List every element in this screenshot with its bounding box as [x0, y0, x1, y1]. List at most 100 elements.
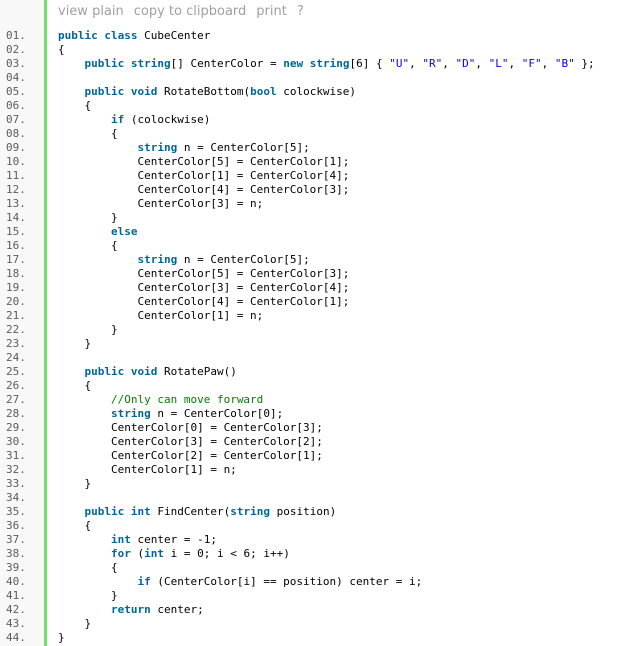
- code-token: center = -1;: [130, 533, 217, 546]
- line-number: 12.: [6, 183, 26, 196]
- code-token: CubeCenter: [137, 29, 211, 42]
- code-line: 25. public void RotatePaw(): [0, 365, 641, 379]
- code-token: (colockwise): [124, 113, 211, 126]
- code-text: return center;: [58, 603, 204, 617]
- line-number: 24.: [6, 351, 26, 364]
- code-text: CenterColor[4] = CenterColor[3];: [58, 183, 349, 197]
- code-token: "D": [455, 57, 476, 70]
- copy-to-clipboard-link[interactable]: copy to clipboard: [134, 4, 247, 22]
- code-token: {: [58, 127, 118, 140]
- code-token: CenterColor[3] = CenterColor[2];: [58, 435, 323, 448]
- code-token: public: [84, 57, 125, 70]
- code-line: 01. public class CubeCenter: [0, 29, 641, 43]
- code-token: public void: [84, 85, 158, 98]
- print-link[interactable]: print: [256, 4, 287, 22]
- code-line: 42. return center;: [0, 603, 641, 617]
- code-text: {: [58, 99, 91, 113]
- line-number: 06.: [6, 99, 26, 112]
- code-token: string: [230, 505, 270, 518]
- code-block: 01. public class CubeCenter 02. {03. public…: [0, 29, 641, 645]
- line-number: 10.: [6, 155, 26, 168]
- line-number: 37.: [6, 533, 26, 546]
- code-text: //Only can move forward: [58, 393, 263, 407]
- line-number: 22.: [6, 323, 26, 336]
- line-number: 38.: [6, 547, 26, 560]
- code-text: {: [58, 561, 118, 575]
- code-line: 16. {: [0, 239, 641, 253]
- code-token: CenterColor[5] = CenterColor[3];: [58, 267, 350, 280]
- code-text: CenterColor[5] = CenterColor[3];: [58, 267, 349, 281]
- help-link[interactable]: ?: [297, 4, 304, 22]
- code-token: (CenterColor[i] == position) center = i;: [150, 575, 423, 588]
- code-line: 22. }: [0, 323, 641, 337]
- line-number: 08.: [6, 127, 26, 140]
- code-token: if: [110, 113, 125, 126]
- code-token: }: [58, 211, 118, 224]
- code-token: }: [58, 477, 92, 490]
- code-line: 44.}: [0, 631, 641, 645]
- code-line: 19. CenterColor[3] = CenterColor[4];: [0, 281, 641, 295]
- code-line: 04.: [0, 71, 641, 85]
- code-line: 39. {: [0, 561, 641, 575]
- code-line: 18. CenterColor[5] = CenterColor[3];: [0, 267, 641, 281]
- line-number: 01.: [6, 29, 26, 42]
- code-text: CenterColor[2] = CenterColor[1];: [58, 449, 323, 463]
- code-token: {: [58, 43, 65, 56]
- code-token: CenterColor[3] = n;: [58, 197, 264, 210]
- code-toolbar: view plain copy to clipboard print ?: [58, 4, 304, 22]
- code-line: 07. if (colockwise): [0, 113, 641, 127]
- code-line: 13. CenterColor[3] = n;: [0, 197, 641, 211]
- code-text: {: [58, 239, 118, 253]
- line-number: 09.: [6, 141, 26, 154]
- line-number: 26.: [6, 379, 26, 392]
- code-token: ,: [409, 57, 423, 70]
- line-number: 15.: [6, 225, 26, 238]
- code-text: {: [58, 43, 65, 57]
- code-line: 15. else: [0, 225, 641, 239]
- code-token: RotateBottom(: [157, 85, 251, 98]
- code-text: CenterColor[5] = CenterColor[1];: [58, 155, 349, 169]
- code-token: public class: [58, 29, 138, 42]
- code-token: [] CenterColor =: [170, 57, 284, 70]
- line-number: 35.: [6, 505, 26, 518]
- code-token: public void: [84, 365, 158, 378]
- code-line: 38. for (int i = 0; i < 6; i++): [0, 547, 641, 561]
- line-number: 03.: [6, 57, 26, 70]
- code-token: string: [130, 57, 171, 70]
- code-line: 35. public int FindCenter(string positio…: [0, 505, 641, 519]
- code-line: 37. int center = -1;: [0, 533, 641, 547]
- code-text: CenterColor[0] = CenterColor[3];: [58, 421, 323, 435]
- line-number: 36.: [6, 519, 26, 532]
- code-text: }: [58, 337, 91, 351]
- code-line: 24.: [0, 351, 641, 365]
- code-line: 23. }: [0, 337, 641, 351]
- code-token: }: [58, 617, 92, 630]
- code-text: string n = CenterColor[5];: [58, 141, 309, 155]
- code-token: CenterColor[0] = CenterColor[3];: [58, 421, 323, 434]
- view-plain-link[interactable]: view plain: [58, 4, 124, 22]
- code-token: int: [110, 533, 131, 546]
- code-token: center;: [150, 603, 204, 616]
- code-line: 21. CenterColor[1] = n;: [0, 309, 641, 323]
- code-text: public void RotateBottom(bool colockwise…: [58, 85, 357, 99]
- code-token: FindCenter(: [150, 505, 231, 518]
- code-line: 17. string n = CenterColor[5];: [0, 253, 641, 267]
- line-number: 25.: [6, 365, 26, 378]
- code-token: for: [110, 547, 131, 560]
- code-line: 06. {: [0, 99, 641, 113]
- code-token: "F": [521, 57, 542, 70]
- code-line: 02. {: [0, 43, 641, 57]
- line-number: 17.: [6, 253, 26, 266]
- code-token: }: [58, 323, 118, 336]
- code-text: CenterColor[3] = n;: [58, 197, 263, 211]
- code-token: CenterColor[5] = CenterColor[1];: [58, 155, 350, 168]
- line-number: 07.: [6, 113, 26, 126]
- code-token: else: [110, 225, 138, 238]
